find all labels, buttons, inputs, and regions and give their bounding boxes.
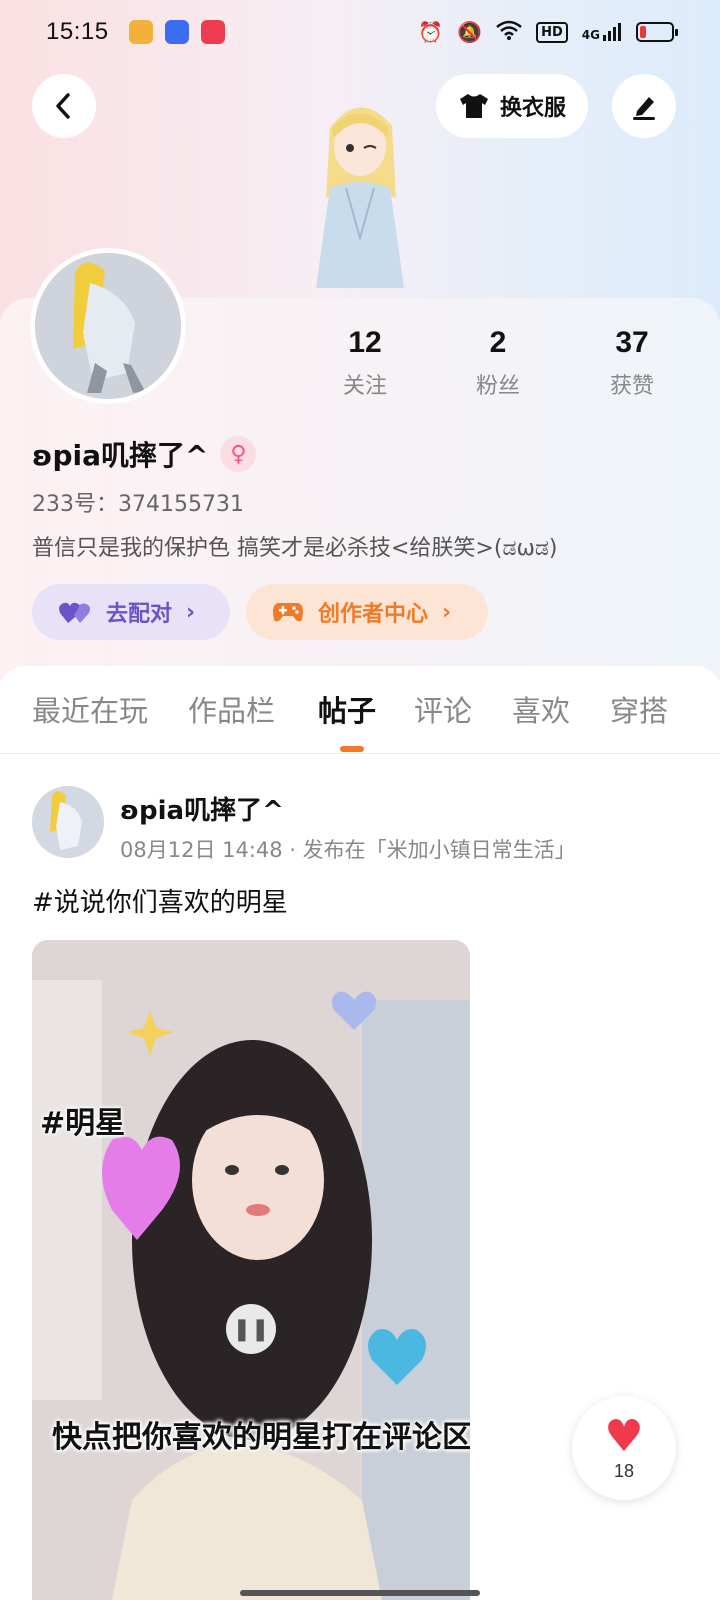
status-time: 15:15 <box>46 18 109 45</box>
likes-label: 获赞 <box>609 374 654 399</box>
post-meta: 08月12日 14:48 · 发布在「米加小镇日常生活」 <box>120 838 576 862</box>
edit-profile-button[interactable] <box>612 74 676 138</box>
post-author-name[interactable]: ʚpia叽摔了^ <box>120 790 284 827</box>
hd-badge: HD <box>536 21 568 43</box>
following-count: 12 <box>348 326 382 359</box>
back-button[interactable] <box>32 74 96 138</box>
female-icon: ♀ <box>220 436 257 472</box>
tab-comments[interactable]: 评论 <box>414 688 472 730</box>
change-outfit-label: 换衣服 <box>500 96 567 121</box>
pause-button[interactable]: ❚❚ <box>226 1304 276 1354</box>
tab-posts[interactable]: 帖子 <box>318 688 376 730</box>
creator-center-label: 创作者中心 <box>318 602 429 627</box>
profile-bio: 普信只是我的保护色 搞笑才是必杀技<给朕笑>(ಡωಡ) <box>32 536 558 561</box>
pause-icon: ❚❚ <box>232 1316 270 1342</box>
battery-level-fill <box>640 26 646 38</box>
signal-icon: 4G <box>582 22 622 42</box>
match-button[interactable]: 去配对 › <box>32 584 230 640</box>
active-tab-indicator <box>340 746 364 752</box>
character-avatar-figure[interactable] <box>300 88 420 298</box>
post-video[interactable]: #明星 快点把你喜欢的明星打在评论区吧 ❚❚ <box>32 940 470 1600</box>
back-icon <box>56 93 70 119</box>
chevron-right-icon: › <box>442 599 452 625</box>
like-button[interactable]: ♥ 18 <box>572 1396 676 1500</box>
status-bar: 15:15 ⏰ 🔕 HD 4G <box>0 0 720 64</box>
home-indicator[interactable] <box>240 1590 480 1596</box>
tab-recently-played[interactable]: 最近在玩 <box>32 688 148 730</box>
baidu-notification-icon <box>164 20 189 44</box>
battery-icon <box>636 22 678 42</box>
app-notification-icon <box>128 20 153 44</box>
video-frame <box>32 940 470 1600</box>
followers-label: 粉丝 <box>475 374 520 399</box>
profile-username: ʚpia叽摔了^ ♀ <box>32 434 257 474</box>
followers-count: 2 <box>489 326 507 359</box>
stat-following[interactable]: 12 关注 <box>300 326 430 400</box>
like-count: 18 <box>613 1460 635 1481</box>
wifi-icon <box>496 20 522 45</box>
post-text[interactable]: #说说你们喜欢的明星 <box>32 882 288 919</box>
notification-app-icons <box>128 20 225 44</box>
tab-likes[interactable]: 喜欢 <box>512 688 570 730</box>
network-type: 4G <box>581 28 600 42</box>
video-hashtag-sticker: #明星 <box>40 1106 126 1141</box>
gamepad-icon <box>273 603 303 622</box>
match-label: 去配对 <box>106 602 173 627</box>
following-label: 关注 <box>342 374 387 399</box>
tshirt-icon <box>460 94 488 118</box>
change-outfit-button[interactable]: 换衣服 <box>436 74 589 138</box>
profile-avatar[interactable] <box>30 248 186 404</box>
chevron-right-icon: › <box>186 599 196 625</box>
user-id: 233号：374155731 <box>32 492 244 517</box>
stat-likes[interactable]: 37 获赞 <box>567 326 697 400</box>
double-heart-icon <box>59 602 90 623</box>
likes-count: 37 <box>615 326 649 359</box>
avatar-image <box>35 253 181 399</box>
mute-icon: 🔕 <box>457 20 483 44</box>
tab-outfits[interactable]: 穿搭 <box>610 688 668 730</box>
heart-icon: ♥ <box>604 1410 644 1462</box>
tab-works[interactable]: 作品栏 <box>188 688 275 730</box>
post-author-avatar[interactable] <box>32 786 104 858</box>
username-text: ʚpia叽摔了^ <box>32 439 209 472</box>
stat-followers[interactable]: 2 粉丝 <box>433 326 563 400</box>
profile-tabs: 最近在玩 作品栏 帖子 评论 喜欢 穿搭 <box>0 666 720 754</box>
video-caption: 快点把你喜欢的明星打在评论区吧 <box>52 1420 470 1455</box>
creator-center-button[interactable]: 创作者中心 › <box>246 584 488 640</box>
shop-notification-icon <box>200 20 225 44</box>
edit-icon <box>633 97 655 120</box>
alarm-icon: ⏰ <box>418 20 444 44</box>
